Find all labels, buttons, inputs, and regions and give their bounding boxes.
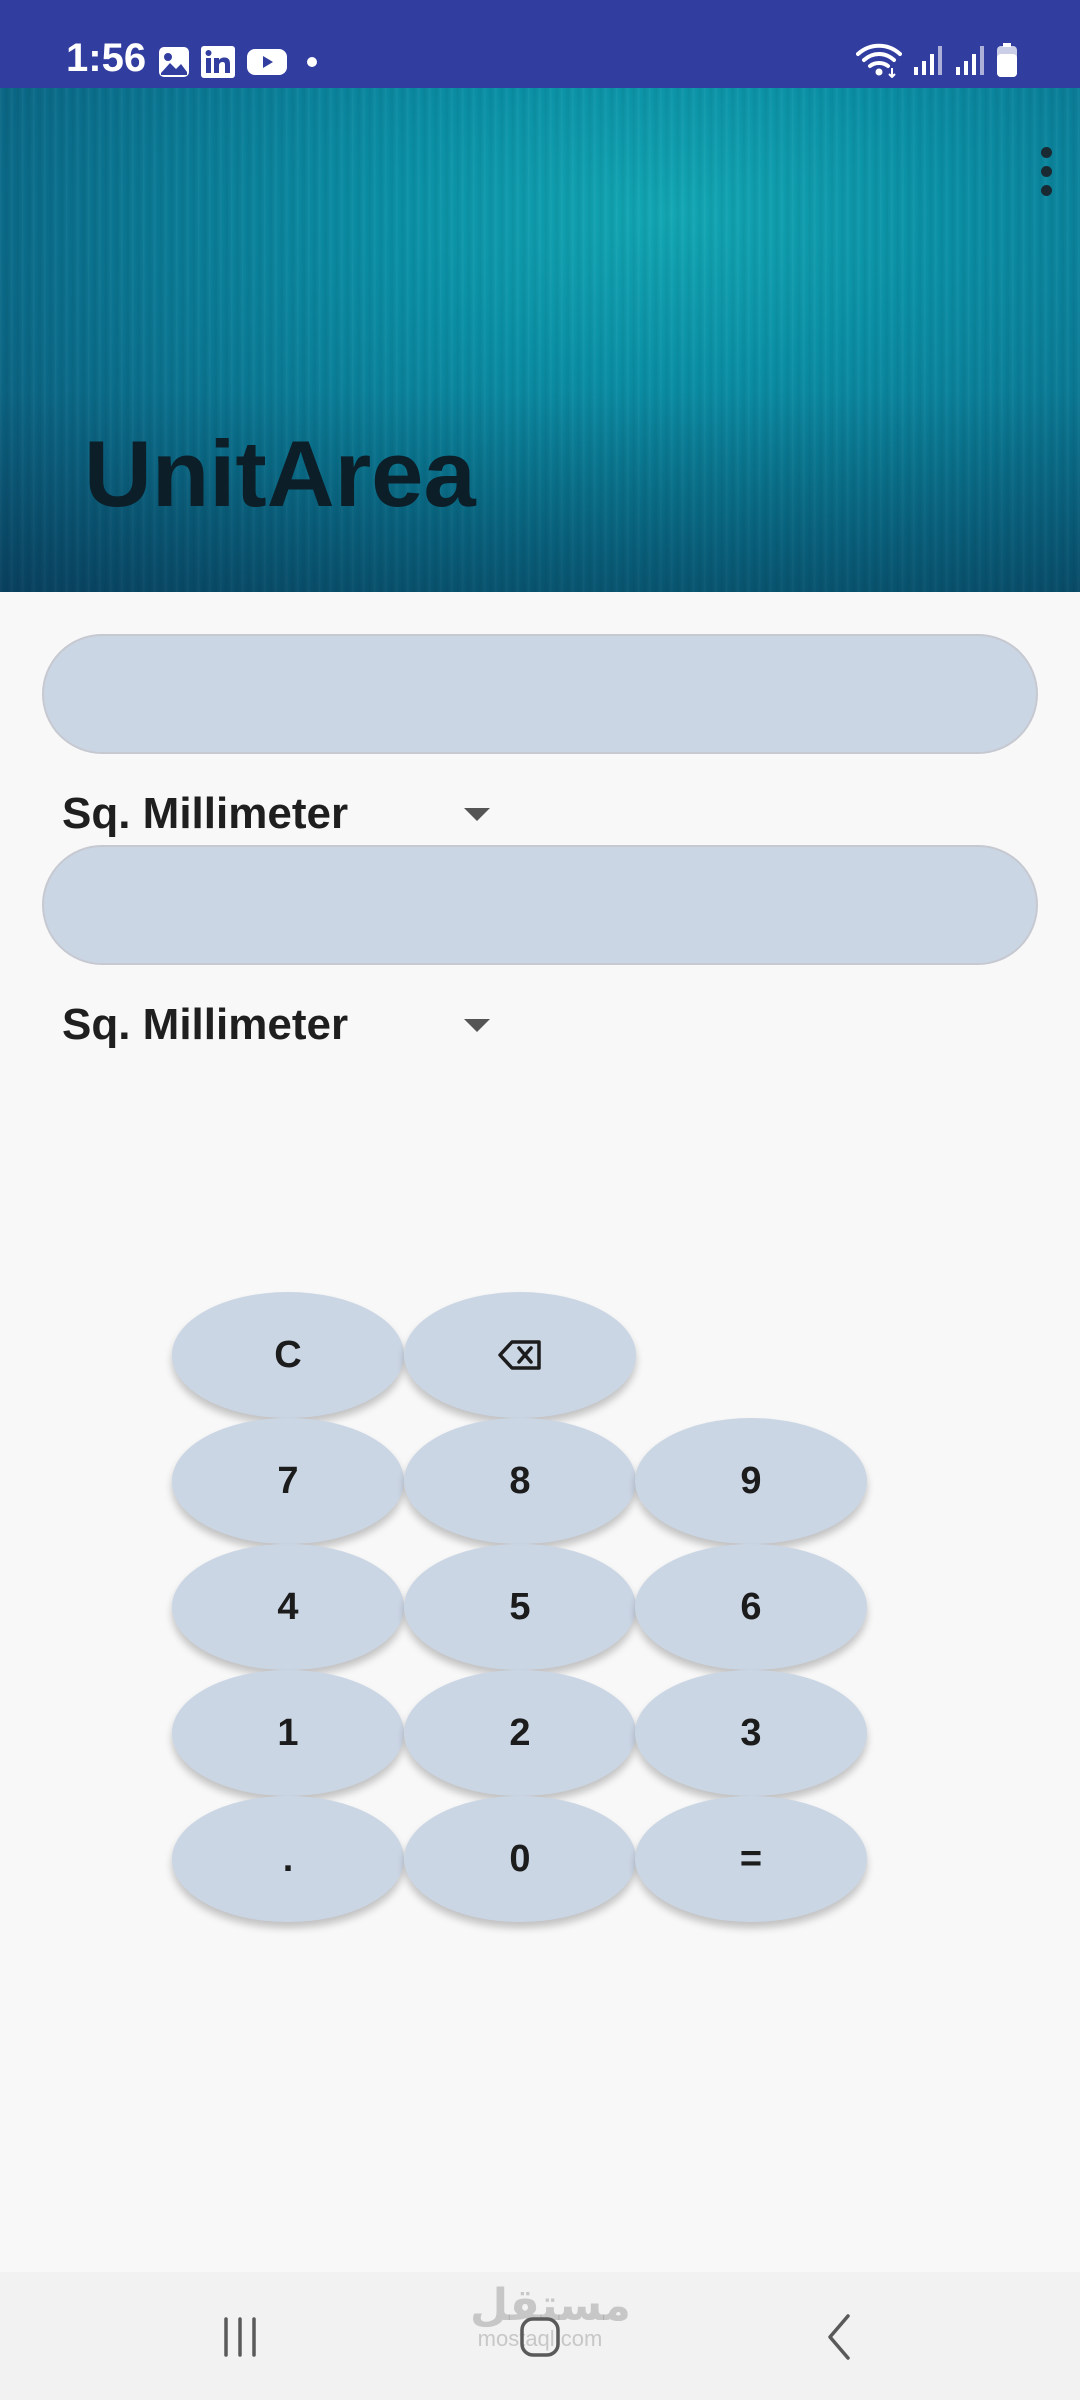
more-options-button[interactable] — [1018, 126, 1074, 216]
system-nav-bar: مستقل mostaql.com — [0, 2272, 1080, 2400]
from-unit-dropdown[interactable]: Sq. Millimeter — [62, 779, 492, 849]
gallery-icon — [159, 47, 189, 77]
output-value-field[interactable] — [42, 845, 1038, 965]
backspace-icon — [498, 1340, 541, 1370]
key-9[interactable]: 9 — [635, 1418, 867, 1544]
key-2[interactable]: 2 — [404, 1670, 636, 1796]
home-icon — [520, 2317, 560, 2357]
recent-apps-button[interactable] — [200, 2302, 280, 2372]
key-7[interactable]: 7 — [172, 1418, 404, 1544]
home-button[interactable] — [500, 2302, 580, 2372]
key-5[interactable]: 5 — [404, 1544, 636, 1670]
key-4[interactable]: 4 — [172, 1544, 404, 1670]
to-unit-label: Sq. Millimeter — [62, 1000, 349, 1049]
youtube-icon — [247, 49, 287, 75]
input-value-field[interactable] — [42, 634, 1038, 754]
equals-button[interactable]: = — [635, 1796, 867, 1922]
system-icons — [856, 40, 1018, 80]
back-button[interactable] — [800, 2302, 880, 2372]
status-bar: 1:56 — [0, 0, 1080, 88]
dropdown-arrow-icon — [464, 807, 490, 821]
clear-button[interactable]: C — [172, 1292, 404, 1418]
key-6[interactable]: 6 — [635, 1544, 867, 1670]
status-time: 1:56 — [66, 36, 147, 80]
key-1[interactable]: 1 — [172, 1670, 404, 1796]
from-unit-label: Sq. Millimeter — [62, 789, 349, 838]
key-8[interactable]: 8 — [404, 1418, 636, 1544]
back-icon — [828, 2314, 850, 2360]
backspace-button[interactable] — [404, 1292, 636, 1418]
wifi-icon — [856, 43, 902, 78]
key-3[interactable]: 3 — [635, 1670, 867, 1796]
more-vert-icon — [1040, 146, 1052, 158]
signal-icon — [956, 46, 984, 75]
notification-icons — [158, 44, 326, 80]
recent-apps-icon — [224, 2317, 256, 2357]
app-header: UnitArea — [0, 88, 1080, 592]
dot-icon — [307, 57, 317, 67]
to-unit-dropdown[interactable]: Sq. Millimeter — [62, 990, 492, 1060]
linkedin-icon — [201, 46, 235, 78]
dropdown-arrow-icon — [464, 1018, 490, 1032]
key-0[interactable]: 0 — [404, 1796, 636, 1922]
decimal-button[interactable]: . — [172, 1796, 404, 1922]
signal-icon — [914, 46, 942, 75]
battery-icon — [997, 43, 1017, 77]
app-title: UnitArea — [84, 421, 476, 526]
